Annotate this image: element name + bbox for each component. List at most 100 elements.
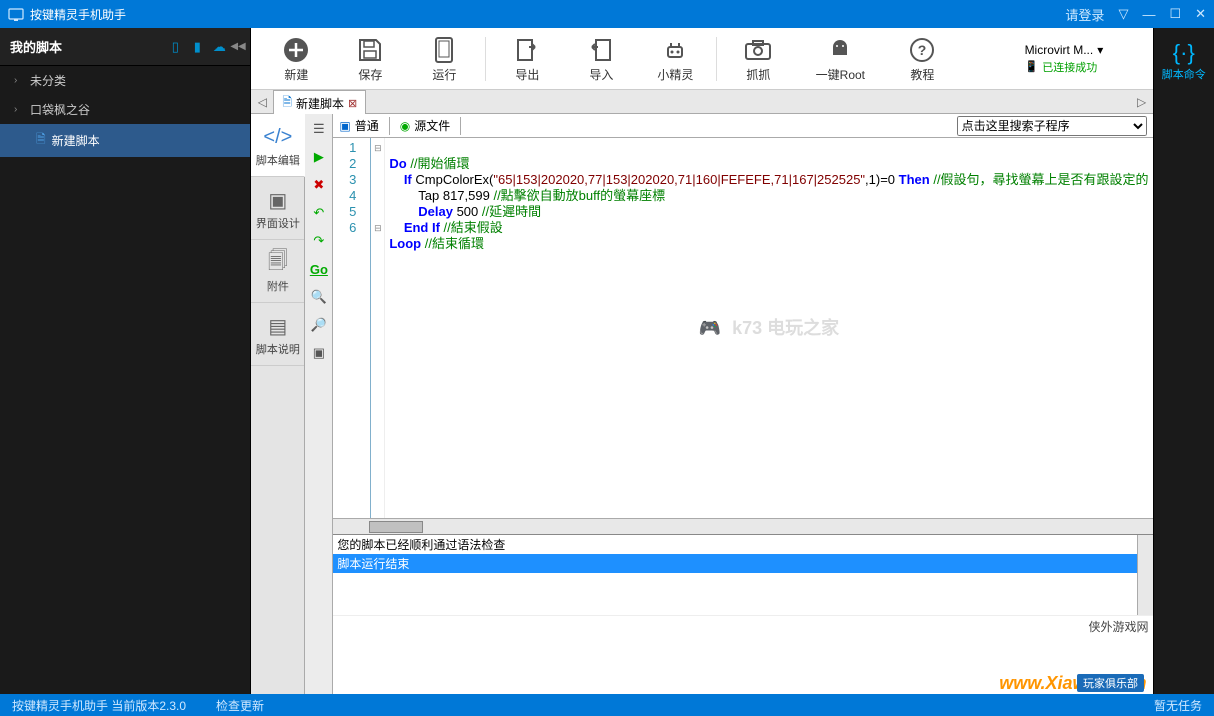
view-normal-tab[interactable]: ▣普通 <box>339 117 378 134</box>
document-icon: 🗎 <box>36 130 46 151</box>
scroll-thumb[interactable] <box>369 521 423 533</box>
output-line-selected[interactable]: 脚本运行结束 <box>333 554 1136 573</box>
tab-label: 新建脚本 <box>296 95 344 112</box>
output-scrollbar[interactable] <box>1137 535 1153 615</box>
help-circle-icon: ? <box>885 34 959 66</box>
tabs-scroll-right[interactable]: ▷ <box>1131 95 1153 109</box>
toggle-list-icon[interactable]: ☰ <box>308 118 330 140</box>
view-source-tab[interactable]: ◉源文件 <box>400 117 451 134</box>
sidebar-header: 我的脚本 ▯ ▮ ☁ ◀◀ <box>0 28 250 66</box>
svg-text:?: ? <box>918 42 927 58</box>
wizard-button[interactable]: 小精灵 <box>638 34 712 83</box>
go-icon[interactable]: Go <box>308 258 330 280</box>
output-footer-text: 侠外游戏网 <box>333 615 1152 637</box>
export-icon <box>490 34 564 66</box>
subroutine-select[interactable]: 点击这里搜索子程序 <box>957 116 1147 136</box>
center-panel: 新建 保存 运行 导出 导入 小精灵 抓抓 一键Root ?教程 Microvi… <box>251 28 1152 694</box>
stop-icon[interactable]: ✖ <box>308 174 330 196</box>
tree-label: 未分类 <box>30 72 66 89</box>
editor-tool-column: ☰ ▶ ✖ ↶ ↷ Go 🔍 🔎 ▣ <box>305 114 333 694</box>
attachment-icon: 🗐 <box>253 248 302 278</box>
root-button[interactable]: 一键Root <box>795 34 885 83</box>
redo-icon[interactable]: ↷ <box>308 230 330 252</box>
undo-icon[interactable]: ↶ <box>308 202 330 224</box>
play-icon[interactable]: ▶ <box>308 146 330 168</box>
find-replace-icon[interactable]: 🔎 <box>308 314 330 336</box>
chevron-right-icon: › <box>14 75 24 86</box>
document-tab[interactable]: 🗎 新建脚本 ⊠ <box>273 90 366 116</box>
view-script-edit[interactable]: </>脚本编辑 <box>251 114 305 177</box>
document-icon: 🗎 <box>282 93 292 114</box>
login-link[interactable]: 请登录 <box>1065 5 1104 24</box>
bookmark-list-icon[interactable]: ▣ <box>308 342 330 364</box>
import-icon <box>564 34 638 66</box>
tutorial-button[interactable]: ?教程 <box>885 34 959 83</box>
check-update-link[interactable]: 检查更新 <box>216 697 264 714</box>
tabs-scroll-left[interactable]: ◁ <box>251 95 273 109</box>
document-tabs: ◁ 🗎 新建脚本 ⊠ ▷ <box>251 90 1152 114</box>
dropdown-icon[interactable]: ▽ <box>1118 6 1128 22</box>
plus-circle-icon <box>259 34 333 66</box>
close-button[interactable]: ✕ <box>1195 6 1206 22</box>
device-pc-icon[interactable]: ▯ <box>164 39 186 55</box>
device-name: Microvirt M... <box>1025 43 1094 57</box>
layout-icon: ▣ <box>253 185 302 215</box>
code-body[interactable]: 123456 ⊟⊟ Do //開始循環 If CmpColorEx("65|15… <box>333 138 1152 518</box>
save-icon <box>333 34 407 66</box>
tree-file[interactable]: 🗎 新建脚本 <box>0 124 250 157</box>
code-header: ▣普通 ◉源文件 点击这里搜索子程序 <box>333 114 1152 138</box>
output-line: 您的脚本已经顺利通过语法检查 <box>333 535 1136 554</box>
subroutine-search[interactable]: 点击这里搜索子程序 <box>957 116 1147 136</box>
maximize-button[interactable]: ☐ <box>1169 6 1181 22</box>
normal-view-icon: ▣ <box>339 119 350 133</box>
right-panel: {·} 脚本命令 <box>1153 28 1214 694</box>
braces-icon: {·} <box>1162 40 1206 66</box>
tree-folder[interactable]: › 未分类 <box>0 66 250 95</box>
script-commands-button[interactable]: {·} 脚本命令 <box>1162 40 1206 82</box>
statusbar: 按键精灵手机助手 当前版本2.3.0 检查更新 暂无任务 <box>0 694 1214 716</box>
view-tabs: </>脚本编辑 ▣界面设计 🗐附件 ▤脚本说明 <box>251 114 305 694</box>
banner-badge: 玩家俱乐部 <box>1077 674 1144 692</box>
capture-button[interactable]: 抓抓 <box>721 34 795 83</box>
chevron-right-icon: › <box>14 104 24 115</box>
cloud-icon[interactable]: ☁ <box>208 39 230 55</box>
code-text[interactable]: Do //開始循環 If CmpColorEx("65|153|202020,7… <box>385 138 1152 518</box>
sidebar: 我的脚本 ▯ ▮ ☁ ◀◀ › 未分类 › 口袋枫之谷 🗎 新建脚本 <box>0 28 251 694</box>
tree-label: 新建脚本 <box>52 132 100 149</box>
view-ui-design[interactable]: ▣界面设计 <box>251 177 304 240</box>
view-description[interactable]: ▤脚本说明 <box>251 303 304 366</box>
phone-small-icon: 📱 <box>1025 60 1039 73</box>
app-title: 按键精灵手机助手 <box>30 6 1065 23</box>
camera-icon <box>721 34 795 66</box>
export-button[interactable]: 导出 <box>490 34 564 83</box>
android-icon <box>795 34 885 66</box>
collapse-sidebar-icon[interactable]: ◀◀ <box>230 41 240 52</box>
save-button[interactable]: 保存 <box>333 34 407 83</box>
tree-label: 口袋枫之谷 <box>30 101 90 118</box>
close-tab-icon[interactable]: ⊠ <box>348 97 357 110</box>
app-icon <box>8 6 24 22</box>
fold-column[interactable]: ⊟⊟ <box>371 138 385 518</box>
run-button[interactable]: 运行 <box>407 34 481 83</box>
script-tree: › 未分类 › 口袋枫之谷 🗎 新建脚本 <box>0 66 250 694</box>
status-version: 按键精灵手机助手 当前版本2.3.0 <box>12 697 186 714</box>
import-button[interactable]: 导入 <box>564 34 638 83</box>
horizontal-scrollbar[interactable] <box>333 518 1152 534</box>
status-tasks: 暂无任务 <box>1154 697 1202 714</box>
device-connection-status: 已连接成功 <box>1042 59 1097 75</box>
tree-folder[interactable]: › 口袋枫之谷 <box>0 95 250 124</box>
device-phone-icon[interactable]: ▮ <box>186 39 208 55</box>
source-icon: ◉ <box>400 119 410 133</box>
toolbar-separator <box>485 37 486 81</box>
code-editor: ▣普通 ◉源文件 点击这里搜索子程序 123456 ⊟⊟ Do //開始循環 I… <box>333 114 1152 694</box>
editor-area: </>脚本编辑 ▣界面设计 🗐附件 ▤脚本说明 ☰ ▶ ✖ ↶ ↷ Go 🔍 🔎… <box>251 114 1152 694</box>
output-panel: 您的脚本已经顺利通过语法检查 脚本运行结束 侠外游戏网 www.Xiawai.C… <box>333 534 1152 694</box>
chevron-down-icon: ▾ <box>1097 43 1103 57</box>
main-toolbar: 新建 保存 运行 导出 导入 小精灵 抓抓 一键Root ?教程 Microvi… <box>251 28 1152 90</box>
device-status[interactable]: Microvirt M...▾ 📱已连接成功 <box>1025 43 1145 75</box>
robot-icon <box>638 34 712 66</box>
new-button[interactable]: 新建 <box>259 34 333 83</box>
find-icon[interactable]: 🔍 <box>308 286 330 308</box>
minimize-button[interactable]: ― <box>1142 7 1155 22</box>
view-attachments[interactable]: 🗐附件 <box>251 240 304 303</box>
